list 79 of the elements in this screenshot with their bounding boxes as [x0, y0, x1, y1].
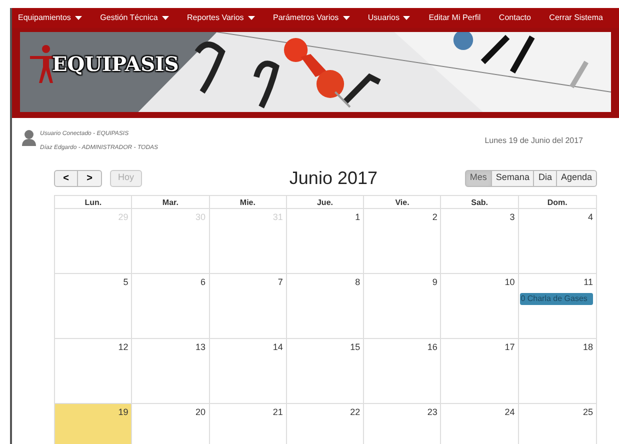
day-number: 7 — [278, 276, 283, 289]
day-cell[interactable]: 9 — [364, 274, 442, 339]
day-cell[interactable]: 6 — [132, 274, 210, 339]
day-number: 17 — [504, 341, 515, 354]
day-cell[interactable]: 21 — [210, 404, 287, 444]
day-number: 10 — [504, 276, 515, 289]
day-cell[interactable]: 24 — [441, 404, 519, 444]
day-cell[interactable]: 3 — [441, 209, 519, 274]
day-cell[interactable]: 2 — [364, 209, 442, 274]
caret-icon — [74, 16, 82, 20]
day-cell[interactable]: 5 — [55, 274, 132, 339]
day-number: 3 — [510, 211, 515, 224]
day-number: 8 — [355, 276, 360, 289]
day-number: 9 — [432, 276, 438, 289]
day-cell[interactable]: 17 — [441, 339, 519, 404]
weekday-header: Sab. — [441, 196, 519, 209]
day-number: 21 — [272, 406, 283, 419]
view-tab[interactable]: Agenda — [556, 170, 597, 186]
day-number: 15 — [350, 341, 360, 354]
day-number: 22 — [350, 406, 360, 419]
previous-button[interactable]: < — [54, 170, 78, 186]
weekday-header: Jue. — [286, 196, 364, 209]
day-cell[interactable]: 23 — [364, 404, 442, 444]
current-date: Lunes 19 de Junio del 2017 — [484, 135, 583, 147]
caret-icon — [248, 16, 255, 20]
weekday-header: Vie. — [364, 196, 442, 209]
caret-icon — [342, 16, 350, 20]
day-cell[interactable]: 22 — [286, 404, 364, 444]
day-number: 1 — [355, 211, 360, 224]
caret-icon — [162, 16, 169, 20]
day-number: 5 — [123, 276, 128, 289]
day-number: 24 — [504, 406, 515, 419]
weekday-header: Mie. — [210, 196, 287, 209]
day-cell[interactable]: 1 — [286, 209, 364, 274]
calendar-title: Junio 2017 — [289, 166, 378, 190]
day-number: 16 — [427, 341, 438, 354]
caret-icon — [403, 16, 410, 20]
day-number: 4 — [588, 211, 593, 224]
day-cell[interactable]: 4 — [518, 209, 596, 274]
day-cell[interactable]: 18 — [518, 339, 596, 404]
nav-link[interactable]: Editar Mi Perfil — [428, 12, 481, 24]
day-number: 2 — [432, 211, 438, 224]
day-number: 19 — [118, 406, 128, 419]
next-button[interactable]: > — [78, 170, 102, 186]
view-tab[interactable]: Semana — [490, 170, 534, 186]
day-cell[interactable]: 13 — [132, 339, 210, 404]
view-tab[interactable]: Mes — [464, 170, 492, 186]
day-cell[interactable]: 7 — [210, 274, 287, 339]
day-cell[interactable]: 19 — [55, 404, 132, 444]
nav-link[interactable]: Gestión Técnica — [100, 12, 169, 24]
day-cell[interactable]: 14 — [210, 339, 287, 404]
day-number: 6 — [200, 276, 206, 289]
day-cell[interactable]: 10 — [441, 274, 519, 339]
day-cell[interactable]: 11 0 Charla de Gases — [518, 274, 596, 339]
user-icon — [22, 130, 36, 146]
nav-link[interactable]: Parámetros Varios — [273, 12, 350, 24]
logo-text: EQUIPASIS — [52, 51, 179, 78]
day-cell[interactable]: 16 — [364, 339, 442, 404]
day-number: 20 — [196, 406, 206, 419]
nav-link[interactable]: Reportes Varios — [187, 12, 255, 24]
day-cell[interactable]: 15 — [286, 339, 364, 404]
view-tab[interactable]: Dia — [533, 170, 557, 186]
day-cell[interactable]: 25 — [518, 404, 596, 444]
day-number: 23 — [427, 406, 438, 419]
day-cell[interactable]: 20 — [132, 404, 210, 444]
nav-link[interactable]: Usuarios — [368, 12, 410, 24]
day-number: 14 — [272, 341, 283, 354]
day-number: 18 — [582, 341, 593, 354]
day-number: 11 — [584, 276, 593, 289]
weekday-header: Lun. — [55, 196, 132, 209]
nav-link[interactable]: Contacto — [498, 12, 531, 24]
day-number: 25 — [582, 406, 593, 419]
day-number: 12 — [118, 341, 128, 354]
nav-link[interactable]: Equipamientos — [18, 12, 82, 24]
weekday-header: Mar. — [132, 196, 210, 209]
weekday-header: Dom. — [518, 196, 596, 209]
nav-link[interactable]: Cerrar Sistema — [549, 12, 603, 24]
day-cell[interactable]: 8 — [286, 274, 364, 339]
day-number: 13 — [196, 341, 206, 354]
